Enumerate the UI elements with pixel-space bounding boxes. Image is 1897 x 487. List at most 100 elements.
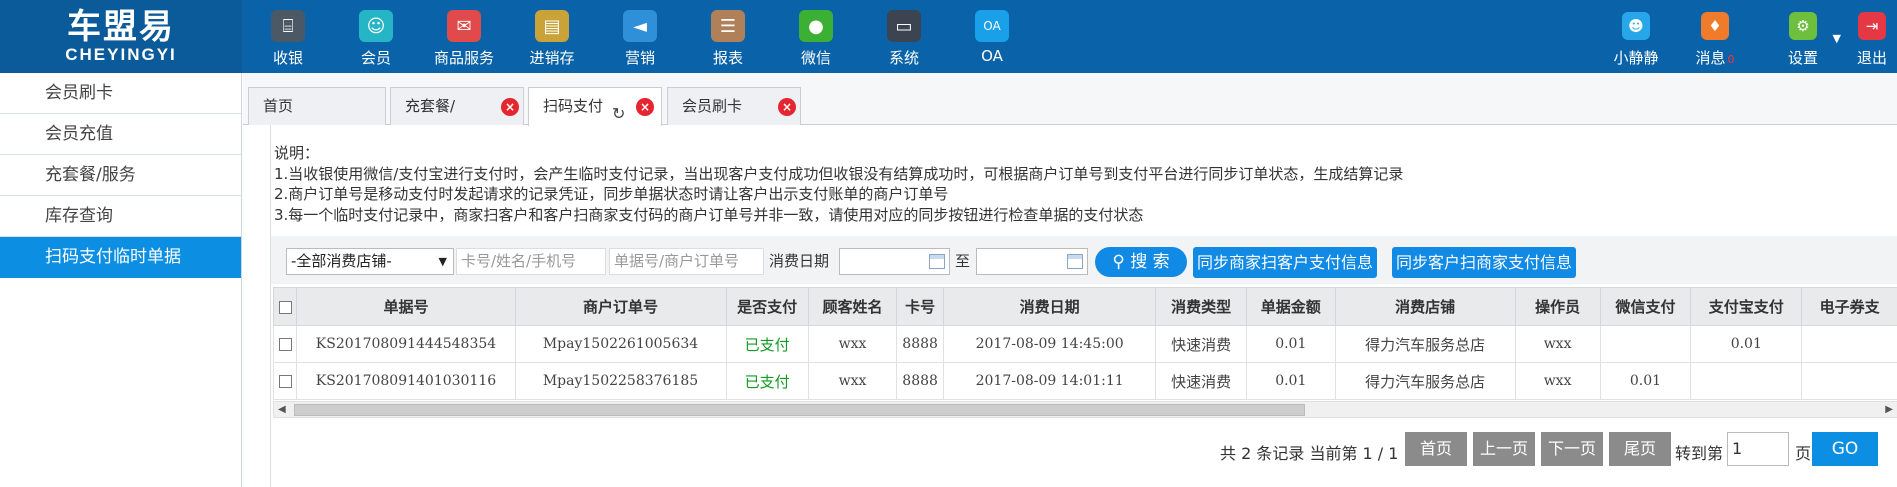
sidebar-item-2[interactable]: 充套餐/服务 xyxy=(0,155,241,196)
close-icon[interactable]: × xyxy=(778,98,796,116)
column-header[interactable]: 操作员 xyxy=(1514,287,1601,326)
messages-label: 消息 xyxy=(1695,49,1726,67)
nav-item-7[interactable]: ▭ 系统 xyxy=(860,0,948,73)
row-checkbox[interactable] xyxy=(278,375,292,388)
nav-item-3[interactable]: ▤ 进销存 xyxy=(508,0,596,73)
row-checkbox[interactable] xyxy=(278,338,292,351)
column-header[interactable]: 微信支付 xyxy=(1599,287,1692,326)
column-header[interactable]: 单据金额 xyxy=(1245,287,1336,326)
next-page-button[interactable]: 下一页 xyxy=(1541,432,1603,466)
table-cell: 快速消费 xyxy=(1155,362,1247,400)
page-unit-label: 页 xyxy=(1795,444,1812,463)
main-nav: ⌸ 收银 ☺ 会员 ✉ 商品服务 ▤ 进销存 ◄ 营销 ☰ 报表 ● 微信 ▭ 系统 OA OA xyxy=(244,0,1036,73)
description-line: 2.商户订单号是移动支付时发起请求的记录凭证，同步单据状态时请让客户出示支付账单… xyxy=(274,185,949,203)
messages-button[interactable]: ♦ 消息 0 xyxy=(1671,0,1759,73)
close-icon[interactable]: × xyxy=(636,98,654,116)
scrollbar-thumb[interactable] xyxy=(294,404,1305,416)
tab-package[interactable]: 充套餐/ × xyxy=(390,87,524,125)
filter-bar: -全部消费店铺- ▼ 卡号/姓名/手机号 单据号/商户订单号 消费日期 至 ⚲ … xyxy=(271,236,1897,284)
table-cell: KS201708091444548354 xyxy=(296,325,516,363)
column-header[interactable]: 商户订单号 xyxy=(514,287,727,326)
table-row[interactable]: KS201708091401030116 Mpay1502258376185 已支付… xyxy=(273,362,1897,400)
prev-page-button[interactable]: 上一页 xyxy=(1473,432,1535,466)
nav-item-label: OA xyxy=(981,47,1003,65)
column-header[interactable]: 支付宝支付 xyxy=(1690,287,1803,326)
right-nav: ☻ 小静静 ♦ 消息 0 ⚙ 设置 ▼ ⇥ 退出 xyxy=(1601,0,1897,73)
nav-item-4[interactable]: ◄ 营销 xyxy=(596,0,684,73)
tab-home[interactable]: 首页 xyxy=(248,87,386,125)
records-table: 单据号 商户订单号 是否支付 顾客姓名 卡号 消费日期 消费类型 单据金额 消费店铺 操作员 微信支… xyxy=(273,287,1897,400)
scroll-right-icon[interactable]: ▶ xyxy=(1885,402,1893,418)
sidebar-item-1[interactable]: 会员充值 xyxy=(0,114,241,155)
brand-logo[interactable]: 车盟易 CHEYINGYI xyxy=(0,0,242,73)
sidebar-item-3[interactable]: 库存查询 xyxy=(0,196,241,237)
go-button[interactable]: GO xyxy=(1812,432,1878,466)
sidebar: 会员刷卡 会员充值 充套餐/服务 库存查询 扫码支付临时单据 xyxy=(0,73,242,487)
goto-label: 转到第 xyxy=(1675,444,1724,463)
monitor-icon: ▭ xyxy=(887,10,921,42)
row-select-cell xyxy=(273,362,298,400)
card-search-input[interactable]: 卡号/姓名/手机号 xyxy=(456,248,606,275)
column-header[interactable]: 消费日期 xyxy=(942,287,1157,326)
nav-item-0[interactable]: ⌸ 收银 xyxy=(244,0,332,73)
table-cell: 0.01 xyxy=(1245,325,1336,363)
column-header[interactable]: 顾客姓名 xyxy=(807,287,898,326)
sidebar-item-0[interactable]: 会员刷卡 xyxy=(0,73,241,114)
scroll-left-icon[interactable]: ◀ xyxy=(278,402,286,418)
store-select[interactable]: -全部消费店铺- ▼ xyxy=(286,248,454,275)
sidebar-item-4[interactable]: 扫码支付临时单据 xyxy=(0,237,241,278)
nav-item-8[interactable]: OA OA xyxy=(948,0,1036,73)
end-date-input[interactable] xyxy=(976,248,1088,275)
wechat-icon: ● xyxy=(799,10,833,42)
calendar-icon[interactable] xyxy=(1067,254,1083,269)
column-header[interactable]: 卡号 xyxy=(896,287,944,326)
column-header[interactable]: 是否支付 xyxy=(725,287,809,326)
table-cell xyxy=(1690,362,1803,400)
settings-label: 设置 xyxy=(1787,49,1818,67)
column-header[interactable]: 消费店铺 xyxy=(1334,287,1516,326)
column-header[interactable]: 电子券支 xyxy=(1801,287,1897,326)
goto-page-input[interactable]: 1 xyxy=(1727,432,1789,466)
first-page-button[interactable]: 首页 xyxy=(1405,432,1467,466)
horizontal-scrollbar[interactable]: ◀ ▶ xyxy=(273,401,1897,418)
bell-icon: ♦ xyxy=(1701,12,1729,40)
table-cell: wxx xyxy=(807,325,898,363)
tab-scan-pay[interactable]: 扫码支付 ↻ × xyxy=(528,87,662,126)
select-all-cell xyxy=(273,287,298,326)
nav-item-6[interactable]: ● 微信 xyxy=(772,0,860,73)
close-icon[interactable]: × xyxy=(501,98,519,116)
member-icon: ☺ xyxy=(359,10,393,42)
table-cell: 8888 xyxy=(896,362,944,400)
select-all-checkbox[interactable] xyxy=(278,300,292,314)
logout-icon: ⇥ xyxy=(1858,12,1886,40)
table-cell: 0.01 xyxy=(1690,325,1803,363)
table-row[interactable]: KS201708091444548354 Mpay1502261005634 已支付… xyxy=(273,325,1897,363)
search-icon: ⚲ xyxy=(1112,252,1125,272)
nav-item-label: 系统 xyxy=(888,49,919,67)
search-button[interactable]: ⚲ 搜 索 xyxy=(1095,247,1187,277)
gear-icon: ⚙ xyxy=(1789,12,1817,40)
sync-customer-scan-button[interactable]: 同步客户扫商家支付信息 xyxy=(1392,247,1577,278)
sync-merchant-scan-button[interactable]: 同步商家扫客户支付信息 xyxy=(1193,247,1378,278)
table-cell: 2017-08-09 14:45:00 xyxy=(942,325,1157,363)
nav-item-1[interactable]: ☺ 会员 xyxy=(332,0,420,73)
column-header[interactable]: 消费类型 xyxy=(1155,287,1247,326)
table-cell: 快速消费 xyxy=(1155,325,1247,363)
nav-item-label: 收银 xyxy=(272,49,303,67)
chevron-down-icon: ▼ xyxy=(438,255,447,268)
start-date-input[interactable] xyxy=(839,248,950,275)
store-select-value: -全部消费店铺- xyxy=(291,252,392,270)
column-header[interactable]: 单据号 xyxy=(296,287,516,326)
calendar-icon[interactable] xyxy=(929,254,945,269)
user-name: 小静静 xyxy=(1613,49,1659,67)
nav-item-2[interactable]: ✉ 商品服务 xyxy=(420,0,508,73)
tab-member-card[interactable]: 会员刷卡 × xyxy=(667,87,801,125)
user-menu[interactable]: ☻ 小静静 xyxy=(1601,0,1671,73)
last-page-button[interactable]: 尾页 xyxy=(1609,432,1671,466)
user-icon: ☻ xyxy=(1622,12,1650,40)
settings-button[interactable]: ⚙ 设置 ▼ xyxy=(1759,0,1847,73)
logout-button[interactable]: ⇥ 退出 xyxy=(1847,0,1897,73)
table-cell: 得力汽车服务总店 xyxy=(1334,325,1516,363)
nav-item-5[interactable]: ☰ 报表 xyxy=(684,0,772,73)
order-search-input[interactable]: 单据号/商户订单号 xyxy=(609,248,764,275)
